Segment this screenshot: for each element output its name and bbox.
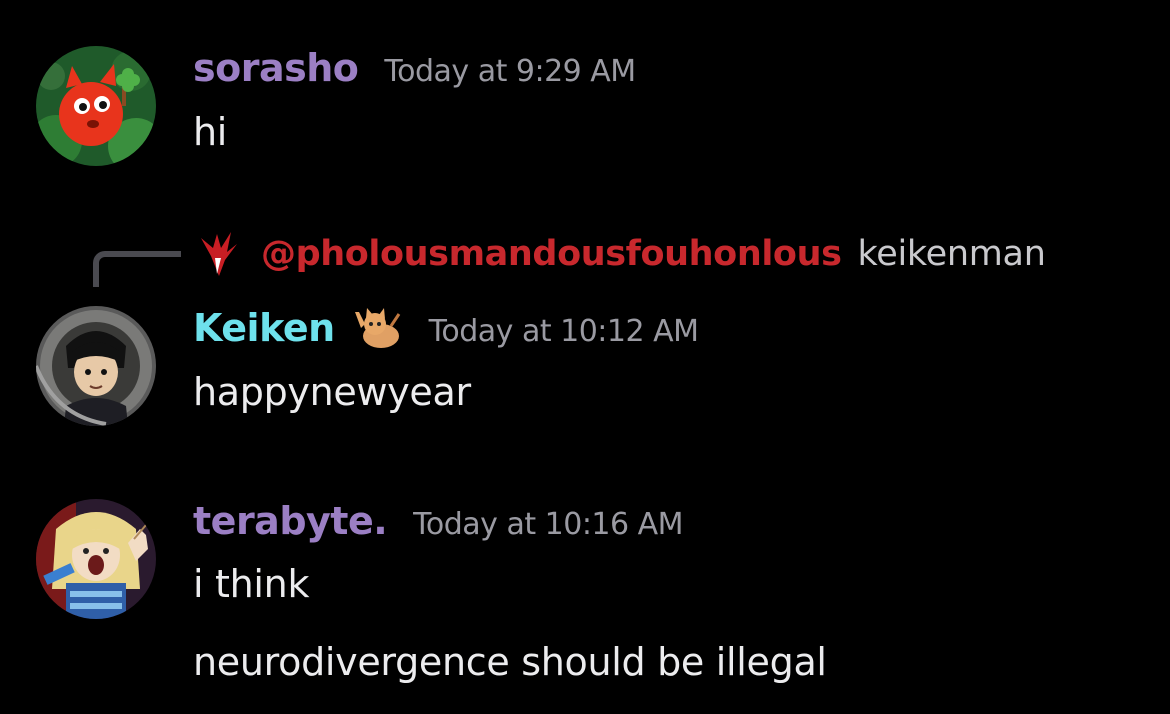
avatar-red-creature-icon xyxy=(36,46,156,166)
message-text: hi xyxy=(193,110,228,154)
avatar-anime-boy-icon xyxy=(36,306,156,426)
message-text: i think xyxy=(193,562,310,606)
reply-snippet: keikenman xyxy=(857,234,1046,274)
timestamp: Today at 10:12 AM xyxy=(428,314,699,349)
cat-emoji-icon xyxy=(353,306,403,352)
timestamp: Today at 10:16 AM xyxy=(413,507,684,542)
reply-mention[interactable]: @pholousmandousfouhonlous xyxy=(261,234,842,274)
red-bird-icon xyxy=(197,230,241,278)
message-text: neurodivergence should be illegal xyxy=(193,640,827,684)
avatar[interactable] xyxy=(36,306,156,426)
username[interactable]: terabyte. xyxy=(193,499,388,543)
avatar-anime-girl-icon xyxy=(36,499,156,619)
username[interactable]: sorasho xyxy=(193,46,359,90)
message-text: happynewyear xyxy=(193,370,471,414)
avatar[interactable] xyxy=(36,499,156,619)
username[interactable]: Keiken xyxy=(193,306,335,350)
timestamp: Today at 9:29 AM xyxy=(384,54,636,89)
reply-preview[interactable]: @pholousmandousfouhonlous keikenman xyxy=(197,230,1046,278)
avatar[interactable] xyxy=(36,46,156,166)
reply-connector-icon xyxy=(93,251,181,287)
